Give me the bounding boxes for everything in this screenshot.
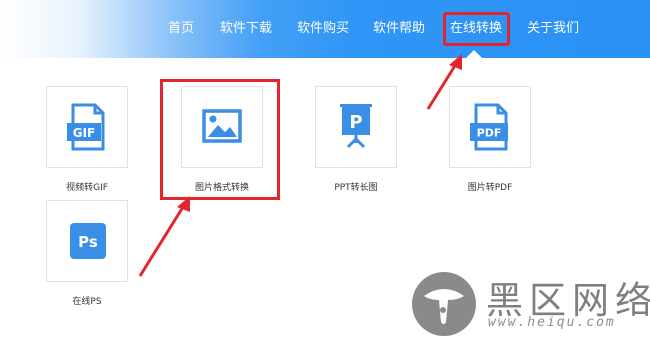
watermark: 黑区网络 www.heiqu.com — [410, 270, 650, 340]
watermark-logo-icon — [412, 272, 476, 336]
watermark-url: www.heiqu.com — [488, 315, 616, 330]
arrow-to-image-tile — [138, 196, 190, 277]
arrow-to-nav — [426, 54, 462, 110]
